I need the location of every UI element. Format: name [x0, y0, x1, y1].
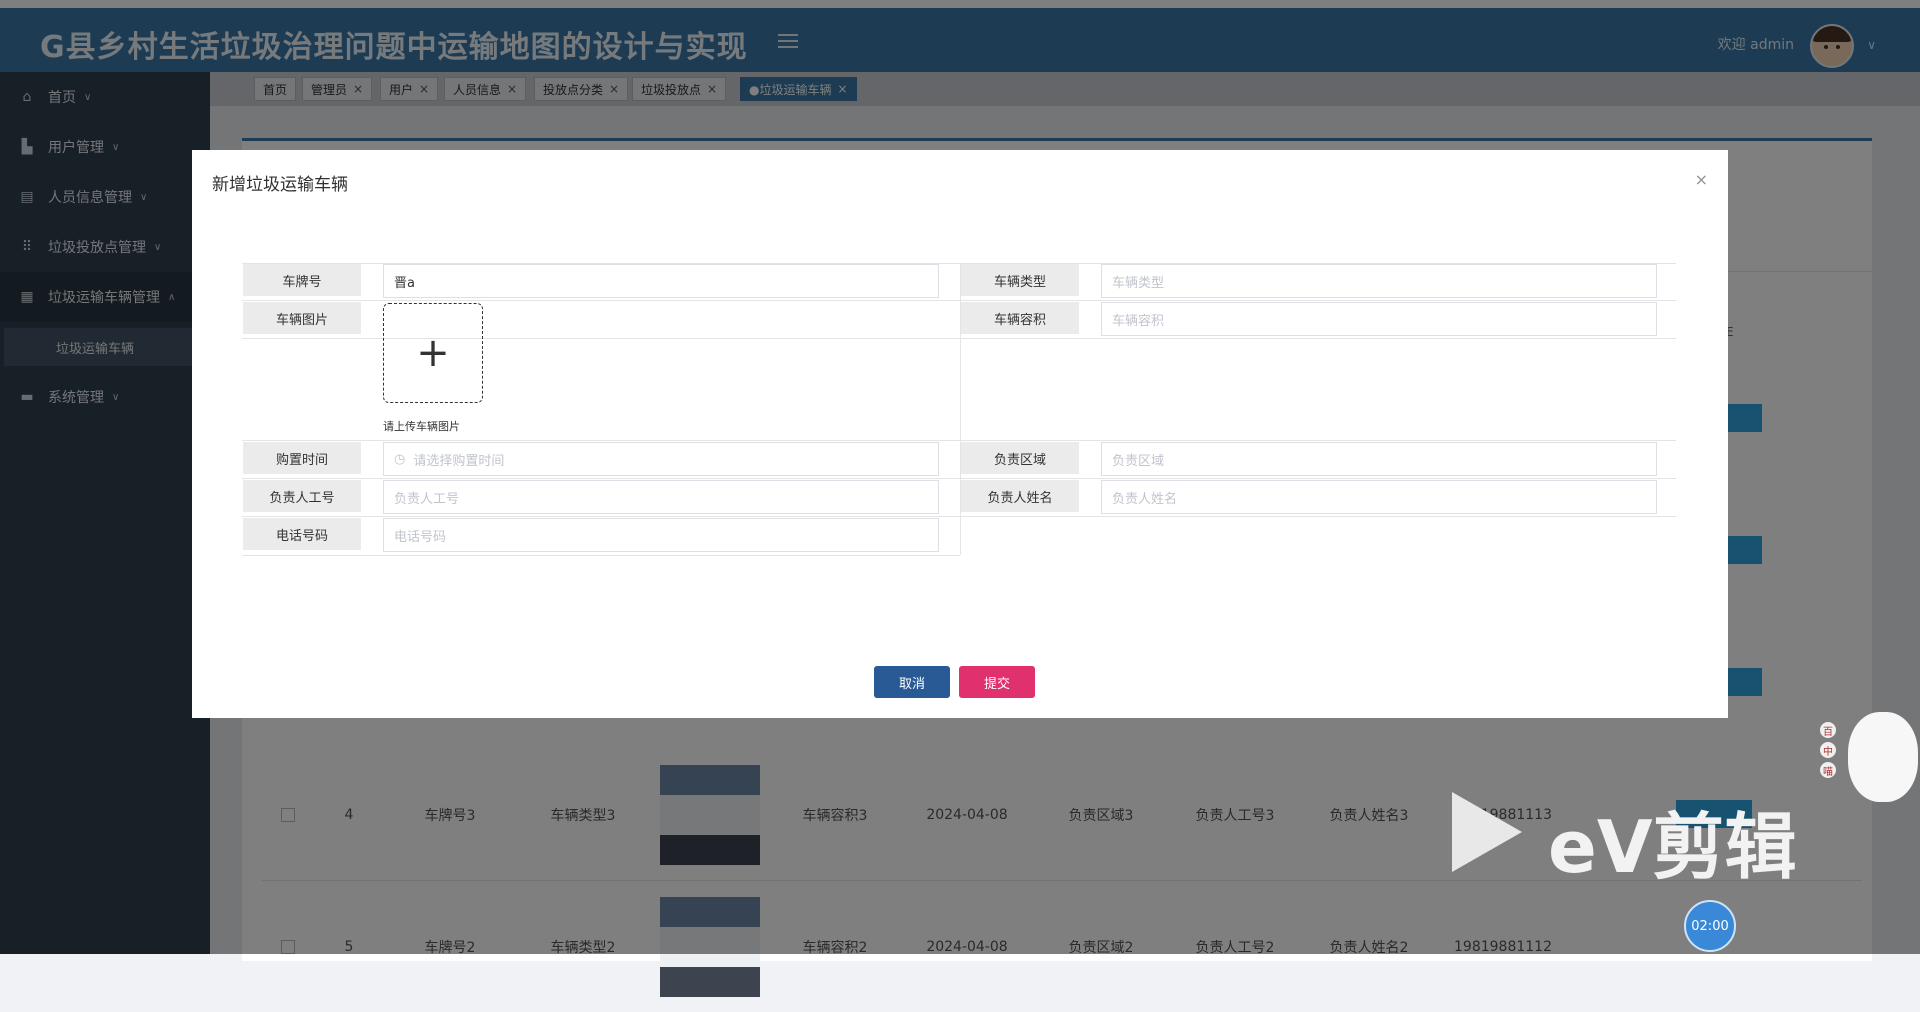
play-icon [1452, 792, 1522, 872]
ev-watermark-text: eV剪辑 [1548, 805, 1797, 889]
vehicle-type-label: 车辆类型 [961, 264, 1079, 296]
vehicle-image-label: 车辆图片 [243, 302, 361, 334]
add-vehicle-dialog: 新增垃圾运输车辆 × 车牌号 晋a 车辆类型 车辆类型 车辆图片 + 请上传车辆… [192, 150, 1728, 718]
plate-label: 车牌号 [243, 264, 361, 296]
staff-id-input[interactable]: 负责人工号 [383, 480, 939, 514]
phone-label: 电话号码 [243, 518, 361, 550]
staff-name-input[interactable]: 负责人姓名 [1101, 480, 1657, 514]
phone-input[interactable]: 电话号码 [383, 518, 939, 552]
area-input[interactable]: 负责区域 [1101, 442, 1657, 476]
mascot-tag: 百 [1820, 722, 1836, 738]
close-icon[interactable]: × [1695, 170, 1708, 189]
staff-name-label: 负责人姓名 [961, 480, 1079, 512]
capacity-input[interactable]: 车辆容积 [1101, 302, 1657, 336]
clock-icon: ◷ [394, 451, 406, 467]
dialog-title: 新增垃圾运输车辆 [212, 175, 348, 195]
mascot-sticker [1848, 712, 1918, 802]
mascot-tag: 中 [1820, 742, 1836, 758]
plate-input[interactable]: 晋a [383, 264, 939, 298]
capacity-label: 车辆容积 [961, 302, 1079, 334]
ev-watermark-logo: eV剪辑 [1452, 788, 1812, 889]
purchase-time-picker[interactable]: ◷ 请选择购置时间 [383, 442, 939, 476]
submit-button[interactable]: 提交 [959, 666, 1035, 698]
image-upload-button[interactable]: + [383, 303, 483, 403]
cancel-button[interactable]: 取消 [874, 666, 950, 698]
upload-tip: 请上传车辆图片 [383, 420, 460, 433]
plus-icon: + [416, 330, 450, 376]
vehicle-type-input[interactable]: 车辆类型 [1101, 264, 1657, 298]
purchase-time-placeholder: 请选择购置时间 [413, 453, 505, 469]
mascot-tag: 喵 [1820, 762, 1836, 778]
recording-timer[interactable]: 02:00 [1684, 900, 1736, 952]
purchase-time-label: 购置时间 [243, 442, 361, 474]
staff-id-label: 负责人工号 [243, 480, 361, 512]
area-label: 负责区域 [961, 442, 1079, 474]
